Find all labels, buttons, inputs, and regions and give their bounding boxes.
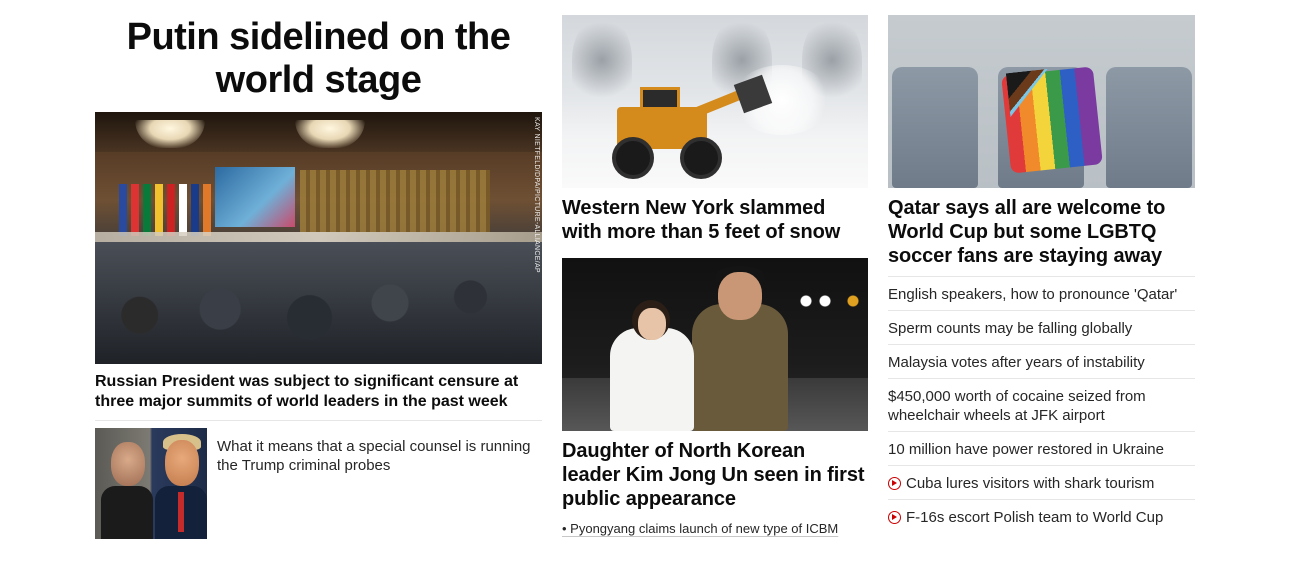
list-item[interactable]: Sperm counts may be falling globally [888, 310, 1195, 344]
lead-headline-link[interactable]: Putin sidelined on the world stage [95, 15, 542, 102]
list-item-text: Malaysia votes after years of instabilit… [888, 354, 1145, 371]
face [718, 272, 762, 320]
kim-story-title: Daughter of North Korean leader Kim Jong… [562, 440, 865, 510]
special-counsel-photo [95, 428, 207, 539]
list-item[interactable]: 10 million have power restored in Ukrain… [888, 431, 1195, 465]
list-item-text: F-16s escort Polish team to World Cup [906, 509, 1164, 526]
headline-list: English speakers, how to pronounce 'Qata… [888, 276, 1195, 533]
snow-story-title: Western New York slammed with more than … [562, 197, 841, 243]
list-item-video[interactable]: Cuba lures visitors with shark tourism [888, 465, 1195, 499]
play-video-icon [888, 477, 901, 490]
kim-photo[interactable] [562, 258, 868, 431]
list-item-text: $450,000 worth of cocaine seized from wh… [888, 388, 1146, 424]
seat [892, 67, 978, 188]
wheel [612, 137, 654, 179]
photo-credit: KAY NIETFELD/DPA/PICTURE-ALLIANCE/AP [533, 117, 540, 273]
flag [143, 184, 151, 236]
face [638, 308, 666, 340]
sub-story[interactable]: What it means that a special counsel is … [95, 428, 542, 539]
icbm-related-link[interactable]: • Pyongyang claims launch of new type of… [562, 520, 868, 537]
list-item-text: 10 million have power restored in Ukrain… [888, 441, 1164, 458]
right-column: Qatar says all are welcome to World Cup … [888, 15, 1195, 533]
list-item[interactable]: $450,000 worth of cocaine seized from wh… [888, 378, 1195, 431]
flag [203, 184, 211, 236]
delegates [95, 242, 542, 364]
play-video-icon [888, 511, 901, 524]
face [111, 442, 145, 486]
middle-column: Western New York slammed with more than … [562, 15, 868, 537]
lead-headline: Putin sidelined on the world stage [126, 16, 511, 101]
tie [178, 492, 184, 532]
tree [572, 15, 632, 105]
g20-summit-photo[interactable]: KAY NIETFELD/DPA/PICTURE-ALLIANCE/AP [95, 112, 542, 364]
lead-column: Putin sidelined on the world stage KAY N… [95, 15, 542, 539]
qatar-story-title: Qatar says all are welcome to World Cup … [888, 197, 1166, 267]
sub-story-text: What it means that a special counsel is … [217, 438, 531, 474]
g20-screen [215, 167, 295, 227]
list-item[interactable]: English speakers, how to pronounce 'Qata… [888, 276, 1195, 310]
list-item-text: English speakers, how to pronounce 'Qata… [888, 286, 1178, 303]
carved-panel [300, 170, 490, 232]
body [101, 486, 153, 539]
list-item-video[interactable]: F-16s escort Polish team to World Cup [888, 499, 1195, 533]
seat [1106, 67, 1192, 188]
flag [167, 184, 175, 236]
flag [179, 184, 187, 236]
list-item-text: Sperm counts may be falling globally [888, 320, 1133, 337]
flag [191, 184, 199, 236]
qatar-story-link[interactable]: Qatar says all are welcome to World Cup … [888, 196, 1195, 268]
girl-figure [610, 328, 694, 431]
flag [131, 184, 139, 236]
lead-caption: Russian President was subject to signifi… [95, 373, 519, 410]
list-item-text: Cuba lures visitors with shark tourism [906, 475, 1155, 492]
face [165, 440, 199, 486]
qatar-stadium-photo[interactable] [888, 15, 1195, 188]
flag [119, 184, 127, 236]
flag [155, 184, 163, 236]
snow-story-link[interactable]: Western New York slammed with more than … [562, 196, 868, 244]
kim-story-link[interactable]: Daughter of North Korean leader Kim Jong… [562, 439, 868, 511]
man-figure [692, 304, 788, 431]
list-item[interactable]: Malaysia votes after years of instabilit… [888, 344, 1195, 378]
lights [798, 294, 864, 308]
divider [95, 420, 542, 421]
wheel [680, 137, 722, 179]
lead-caption-link[interactable]: Russian President was subject to signifi… [95, 372, 542, 412]
snow-plow-photo[interactable] [562, 15, 868, 188]
